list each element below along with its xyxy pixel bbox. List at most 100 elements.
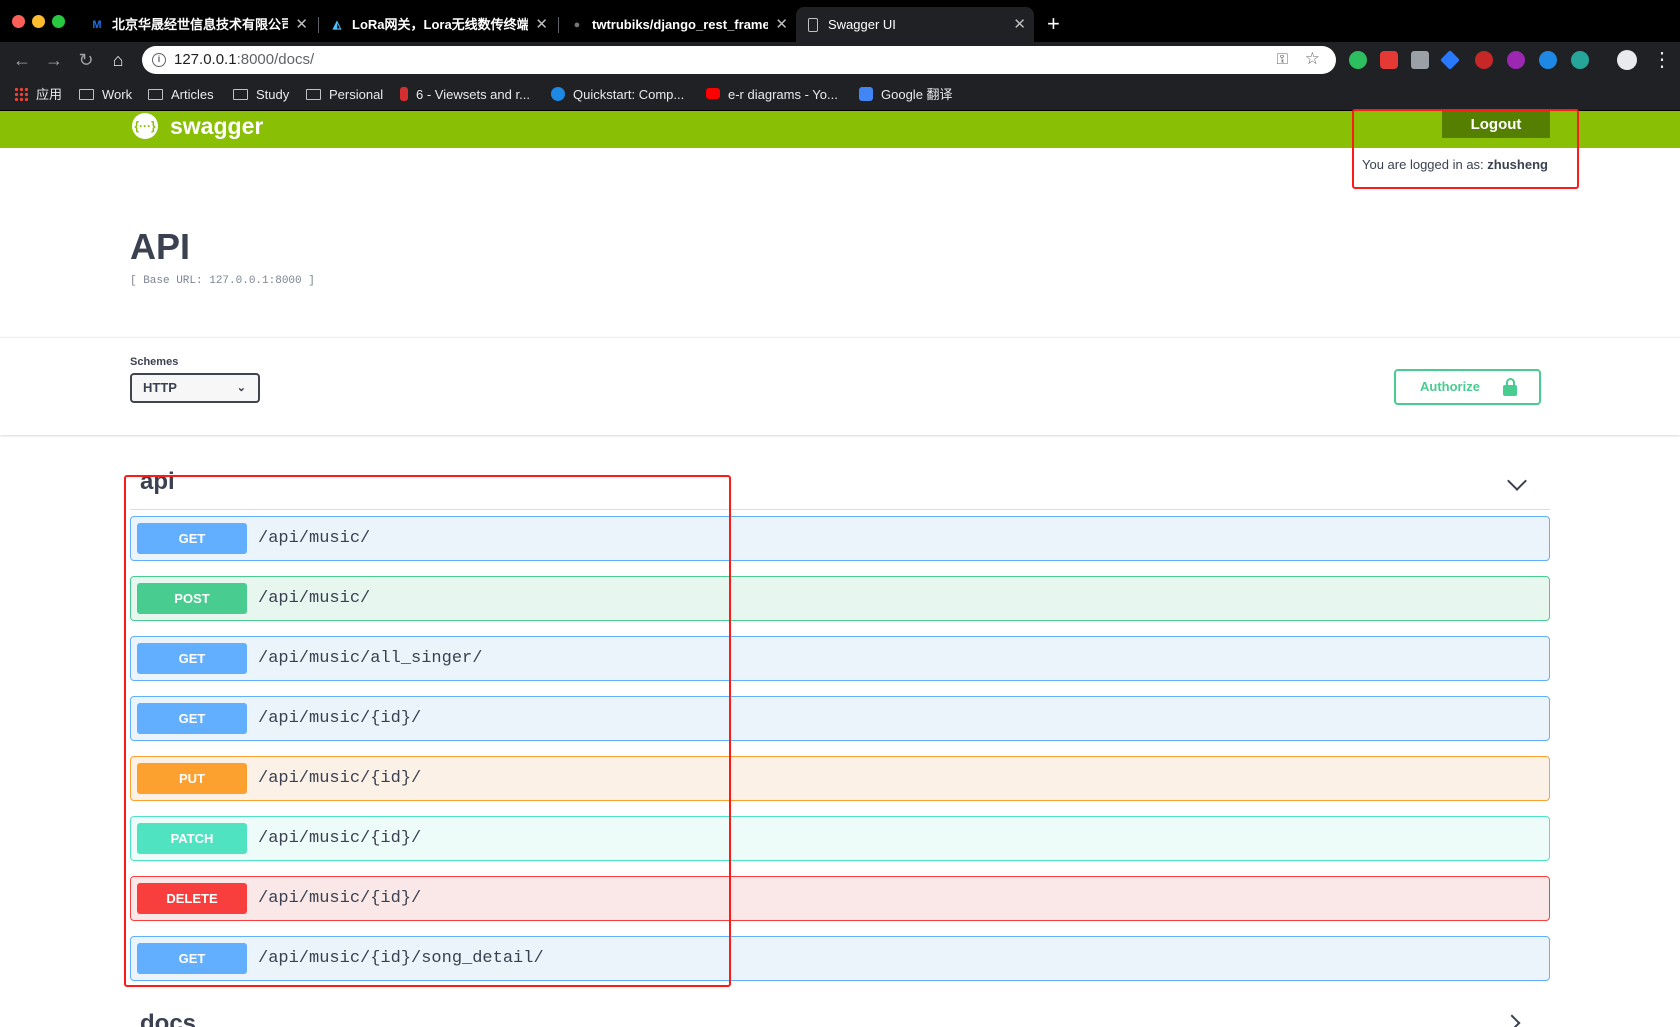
- close-tab-icon[interactable]: ✕: [775, 7, 788, 42]
- page-icon: [808, 18, 818, 32]
- tab-title: twtrubiks/django_rest_framework: [592, 17, 768, 32]
- bookmark-study[interactable]: Study: [233, 78, 289, 111]
- chevron-down-icon: ⌄: [236, 382, 246, 394]
- authorize-button[interactable]: Authorize: [1394, 369, 1541, 405]
- url-text: 127.0.0.1:8000/docs/: [174, 46, 314, 74]
- bookmark-work[interactable]: Work: [79, 78, 132, 111]
- browser-toolbar: ← → ↻ ⌂ i 127.0.0.1:8000/docs/ ⚿ ☆ ⋮: [0, 42, 1680, 78]
- operation-path: /api/music/: [258, 529, 371, 548]
- operation-path: /api/music/: [258, 589, 371, 608]
- evernote-extension-icon[interactable]: [1349, 51, 1367, 69]
- operation-get[interactable]: GET/api/music/{id}/: [130, 696, 1550, 741]
- browser-tab-3[interactable]: ● twtrubiks/django_rest_framework ✕: [560, 7, 796, 42]
- operation-put[interactable]: PUT/api/music/{id}/: [130, 756, 1550, 801]
- bookmark-articles[interactable]: Articles: [148, 78, 214, 111]
- folder-icon: [148, 89, 163, 100]
- method-badge: PUT: [137, 763, 247, 794]
- logout-button[interactable]: Logout: [1442, 111, 1550, 138]
- close-tab-icon[interactable]: ✕: [1013, 7, 1026, 42]
- profile-avatar-icon[interactable]: [1617, 50, 1637, 70]
- operation-get[interactable]: GET/api/music/{id}/song_detail/: [130, 936, 1550, 981]
- operation-post[interactable]: POST/api/music/: [130, 576, 1550, 621]
- schemes-label: Schemes: [130, 356, 179, 368]
- bookmark-google-translate[interactable]: Google 翻译: [859, 78, 953, 111]
- m-extension-icon[interactable]: [1571, 51, 1589, 69]
- method-badge: GET: [137, 643, 247, 674]
- lock-icon: [1503, 378, 1517, 396]
- search-extension-icon[interactable]: [1539, 51, 1557, 69]
- operation-path: /api/music/{id}/: [258, 769, 422, 788]
- logged-in-user: zhusheng: [1487, 157, 1548, 172]
- key-icon[interactable]: ⚿: [1277, 51, 1288, 68]
- operation-patch[interactable]: PATCH/api/music/{id}/: [130, 816, 1550, 861]
- bookmark-icon: [400, 87, 408, 101]
- api-title: API: [130, 226, 191, 267]
- operation-delete[interactable]: DELETE/api/music/{id}/: [130, 876, 1550, 921]
- tab-title: LoRa网关，Lora无线数传终端，: [352, 17, 528, 32]
- bookmark-icon: [551, 87, 565, 101]
- operation-get[interactable]: GET/api/music/all_singer/: [130, 636, 1550, 681]
- folder-icon: [306, 89, 321, 100]
- browser-tab-active[interactable]: Swagger UI ✕: [796, 7, 1034, 42]
- swagger-logo-icon: {···}: [132, 113, 158, 139]
- circle-extension-icon[interactable]: [1475, 51, 1493, 69]
- method-badge: DELETE: [137, 883, 247, 914]
- forward-icon[interactable]: →: [42, 48, 66, 72]
- url-host: 127.0.0.1: [174, 51, 237, 68]
- bookmark-quickstart[interactable]: Quickstart: Comp...: [551, 78, 684, 111]
- method-badge: GET: [137, 943, 247, 974]
- bookmark-viewsets[interactable]: 6 - Viewsets and r...: [400, 78, 530, 111]
- tag-name-docs[interactable]: docs: [140, 1010, 196, 1027]
- maximize-window-icon[interactable]: [52, 15, 65, 28]
- browser-tab-2[interactable]: ◭ LoRa网关，Lora无线数传终端， ✕: [320, 7, 556, 42]
- bookmark-er-diagrams[interactable]: e-r diagrams - Yo...: [706, 78, 838, 111]
- minimize-window-icon[interactable]: [32, 15, 45, 28]
- operation-path: /api/music/all_singer/: [258, 649, 483, 668]
- address-bar[interactable]: i 127.0.0.1:8000/docs/ ⚿ ☆: [142, 46, 1336, 74]
- m-logo-icon: M: [92, 19, 102, 31]
- operation-get[interactable]: GET/api/music/: [130, 516, 1550, 561]
- page: M 北京华晟经世信息技术有限公司 ✕ ◭ LoRa网关，Lora无线数传终端， …: [0, 0, 1680, 1027]
- bookmark-star-icon[interactable]: ☆: [1305, 49, 1320, 69]
- chevron-right-icon[interactable]: [1503, 1014, 1521, 1027]
- reload-icon[interactable]: ↻: [74, 48, 98, 72]
- logged-in-status: You are logged in as: zhusheng: [1362, 157, 1548, 172]
- operation-path: /api/music/{id}/: [258, 709, 422, 728]
- browser-menu-icon[interactable]: ⋮: [1652, 48, 1672, 72]
- authorize-label: Authorize: [1420, 379, 1480, 394]
- bookmarks-bar: 应用 Work Articles Study Persional 6 - Vie…: [0, 78, 1680, 111]
- method-badge: PATCH: [137, 823, 247, 854]
- close-tab-icon[interactable]: ✕: [535, 7, 548, 42]
- shield-extension-icon[interactable]: [1380, 51, 1398, 69]
- logged-in-prefix: You are logged in as:: [1362, 157, 1484, 172]
- bookmark-persional[interactable]: Persional: [306, 78, 383, 111]
- browser-tab-1[interactable]: M 北京华晟经世信息技术有限公司 ✕: [80, 7, 316, 42]
- clock-extension-icon[interactable]: [1507, 51, 1525, 69]
- bookmark-apps[interactable]: 应用: [14, 78, 62, 111]
- vue-extension-icon[interactable]: [1440, 50, 1460, 70]
- swagger-topbar: {···} swagger Logout: [0, 111, 1680, 148]
- base-url: [ Base URL: 127.0.0.1:8000 ]: [130, 275, 315, 287]
- swagger-brand: swagger: [170, 113, 264, 139]
- camera-extension-icon[interactable]: [1411, 51, 1429, 69]
- operation-path: /api/music/{id}/: [258, 829, 422, 848]
- home-icon[interactable]: ⌂: [106, 48, 130, 72]
- translate-icon: [859, 87, 873, 101]
- schemes-select[interactable]: HTTP ⌄: [130, 373, 260, 403]
- browser-tab-bar: M 北京华晟经世信息技术有限公司 ✕ ◭ LoRa网关，Lora无线数传终端， …: [0, 0, 1680, 42]
- method-badge: POST: [137, 583, 247, 614]
- new-tab-icon[interactable]: +: [1047, 10, 1060, 38]
- back-icon[interactable]: ←: [10, 48, 34, 72]
- chevron-down-icon[interactable]: [1507, 471, 1527, 491]
- github-icon: ●: [573, 19, 581, 31]
- method-badge: GET: [137, 523, 247, 554]
- schemes-selected-value: HTTP: [143, 380, 177, 395]
- close-tab-icon[interactable]: ✕: [295, 7, 308, 42]
- operation-path: /api/music/{id}/: [258, 889, 422, 908]
- folder-icon: [233, 89, 248, 100]
- tag-name: api: [140, 468, 175, 495]
- close-window-icon[interactable]: [12, 15, 25, 28]
- youtube-icon: [706, 88, 720, 99]
- tag-header-api[interactable]: api: [130, 466, 1550, 510]
- site-info-icon[interactable]: i: [152, 53, 166, 67]
